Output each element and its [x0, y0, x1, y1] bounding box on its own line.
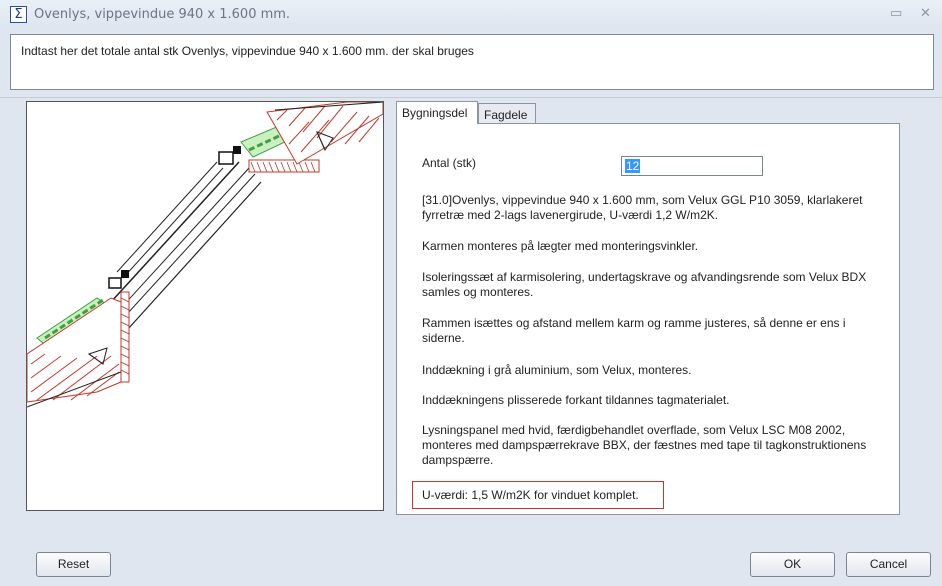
- sigma-icon: Σ: [10, 6, 27, 23]
- cancel-button[interactable]: Cancel: [846, 552, 931, 577]
- divider: [0, 97, 942, 98]
- description-paragraph: Karmen monteres på lægter med monterings…: [422, 239, 699, 253]
- instruction-panel: Indtast her det totale antal stk Ovenlys…: [10, 34, 934, 90]
- bygningsdel-tab-panel: Antal (stk) 12 [31.0]Ovenlys, vippevindu…: [396, 123, 900, 515]
- minimize-icon[interactable]: ▭: [890, 6, 902, 21]
- window-title: Ovenlys, vippevindue 940 x 1.600 mm.: [34, 7, 291, 22]
- quantity-input[interactable]: 12: [621, 156, 763, 176]
- u-value-text: U-værdi: 1,5 W/m2K for vinduet komplet.: [422, 488, 639, 502]
- description-paragraph: Inddækning i grå aluminium, som Velux, m…: [422, 363, 692, 377]
- detail-drawing-panel: [26, 101, 384, 511]
- tab-bygningsdel[interactable]: Bygningsdel: [396, 101, 478, 124]
- description-paragraph: [31.0]Ovenlys, vippevindue 940 x 1.600 m…: [422, 193, 863, 222]
- quantity-label: Antal (stk): [422, 156, 477, 170]
- quantity-value: 12: [625, 159, 641, 173]
- skylight-section-drawing: [27, 102, 383, 408]
- u-value-highlight: U-værdi: 1,5 W/m2K for vinduet komplet.: [412, 481, 664, 509]
- ok-button[interactable]: OK: [750, 552, 835, 577]
- close-icon[interactable]: ✕: [920, 6, 931, 21]
- tab-fagdele[interactable]: Fagdele: [478, 103, 536, 125]
- description-paragraph: Inddækningens plisserede forkant tildann…: [422, 393, 730, 407]
- description-paragraph: Isoleringssæt af karmisolering, undertag…: [422, 270, 867, 299]
- description-paragraph: Rammen isættes og afstand mellem karm og…: [422, 316, 846, 345]
- description-paragraph: Lysningspanel med hvid, færdigbehandlet …: [422, 423, 867, 467]
- instruction-text: Indtast her det totale antal stk Ovenlys…: [21, 44, 474, 58]
- title-bar: Σ Ovenlys, vippevindue 940 x 1.600 mm. ▭…: [0, 0, 942, 28]
- reset-button[interactable]: Reset: [36, 552, 111, 577]
